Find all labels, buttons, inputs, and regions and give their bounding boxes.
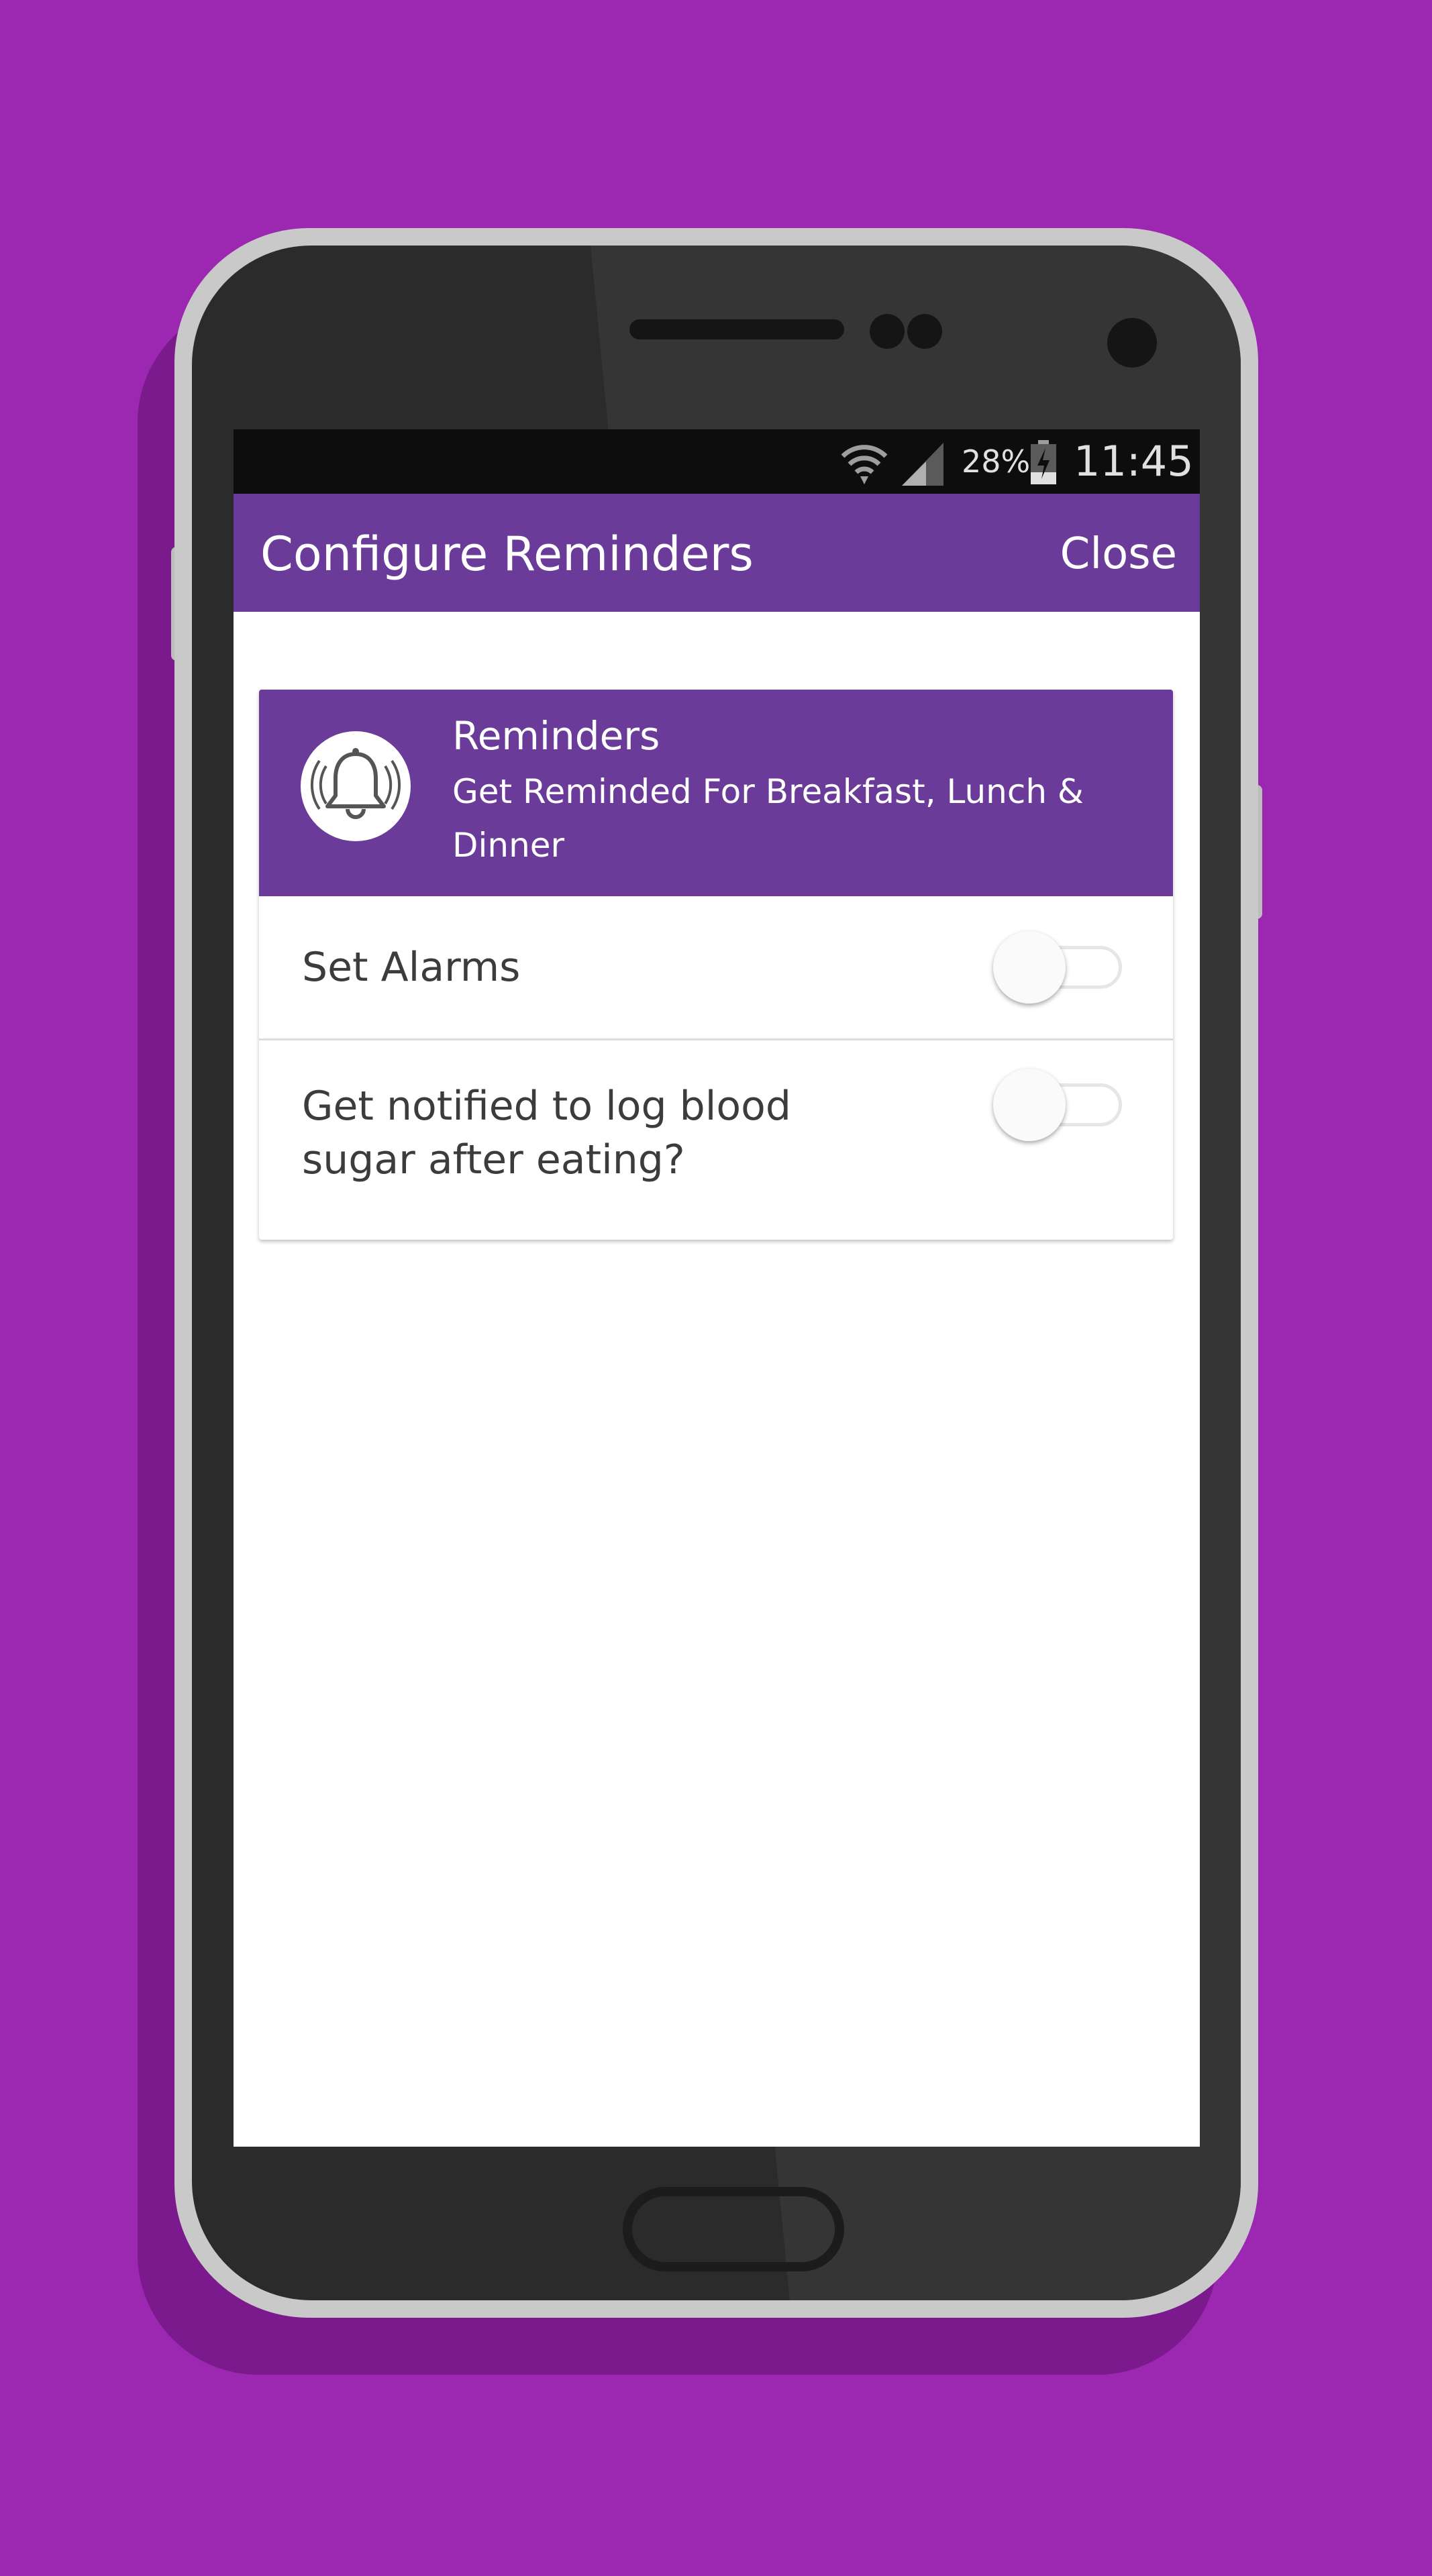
set-alarms-label: Set Alarms	[302, 944, 521, 991]
earpiece-speaker	[629, 319, 844, 339]
reminders-title: Reminders	[452, 713, 660, 759]
blood-sugar-notify-toggle[interactable]	[993, 1066, 1127, 1144]
cell-signal-icon	[902, 443, 943, 486]
app-bar: Configure Reminders Close	[234, 494, 1200, 612]
set-alarms-toggle[interactable]	[993, 928, 1127, 1006]
status-bar: 28% 11:45	[234, 429, 1200, 494]
blood-sugar-notify-label: Get notified to log blood sugar after ea…	[302, 1083, 791, 1183]
app-screen: 28% 11:45 Configure Reminders Close Remi…	[234, 429, 1200, 2147]
bell-icon	[310, 748, 401, 819]
wifi-icon	[841, 445, 888, 484]
light-sensor	[907, 314, 942, 349]
front-camera	[1107, 318, 1157, 368]
bell-badge	[301, 731, 411, 841]
close-button[interactable]: Close	[1060, 527, 1177, 581]
battery-charging-icon	[1031, 440, 1056, 484]
blood-sugar-notify-row: Get notified to log blood sugar after ea…	[259, 1040, 1173, 1240]
reminders-card: Reminders Get Reminded For Breakfast, Lu…	[259, 690, 1173, 1240]
reminders-subtitle: Get Reminded For Breakfast, Lunch & Dinn…	[452, 772, 1084, 865]
proximity-sensor	[870, 314, 905, 349]
set-alarms-row: Set Alarms	[259, 896, 1173, 1040]
toggle-thumb	[993, 931, 1066, 1004]
battery-percent: 28%	[962, 443, 1031, 480]
reminders-card-header: Reminders Get Reminded For Breakfast, Lu…	[259, 690, 1173, 896]
toggle-thumb	[993, 1069, 1066, 1141]
page-title: Configure Reminders	[260, 527, 754, 582]
home-button[interactable]	[623, 2187, 844, 2271]
status-time: 11:45	[1074, 437, 1194, 486]
